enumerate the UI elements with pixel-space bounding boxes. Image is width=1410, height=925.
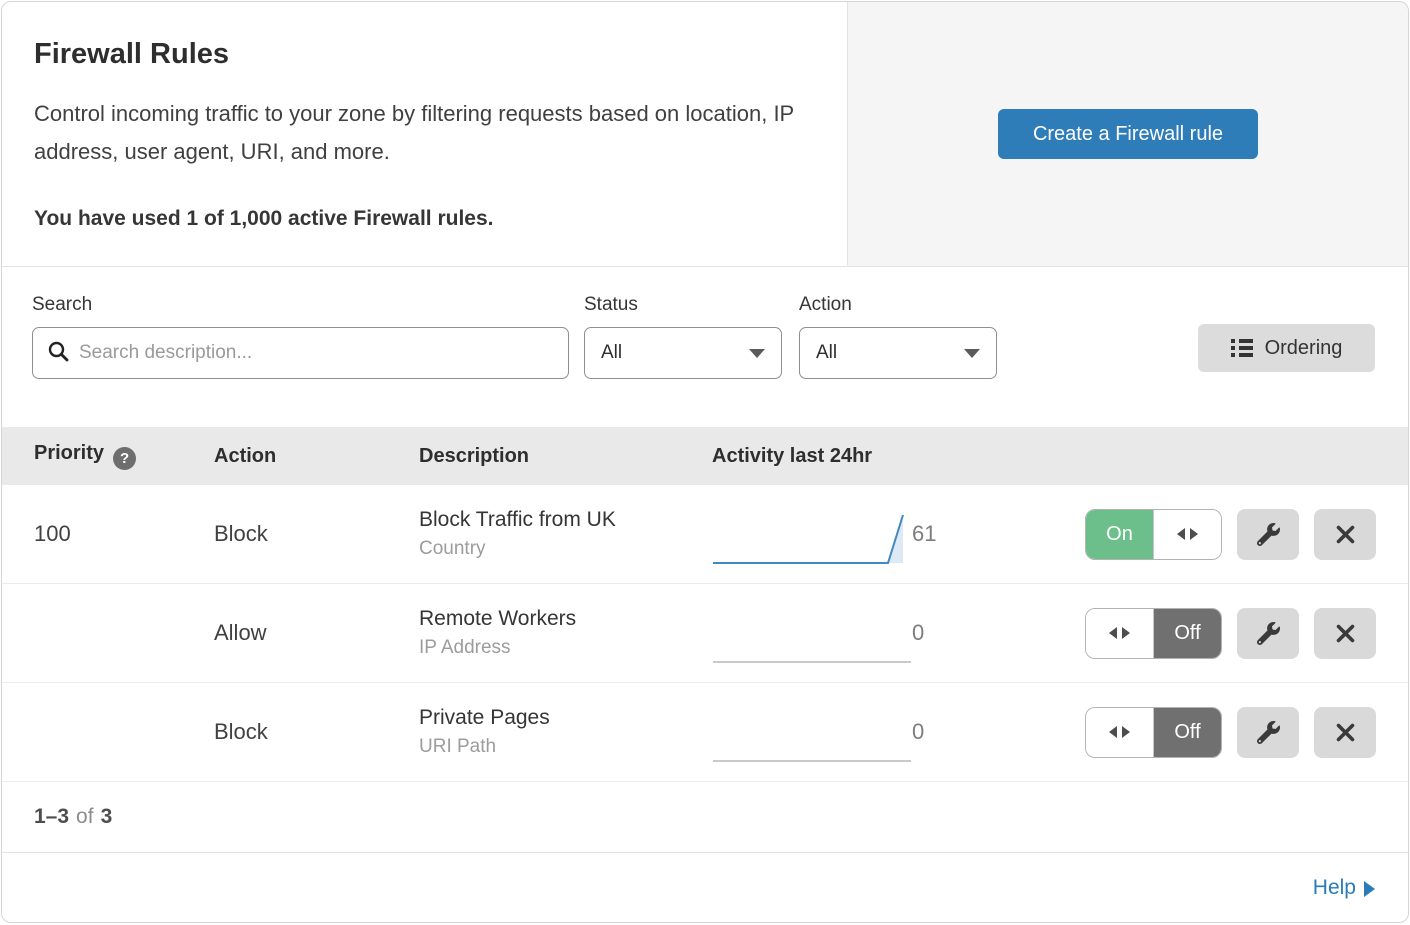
table-row: 100 Block Block Traffic from UK Country … <box>2 485 1408 584</box>
table-header: Priority? Action Description Activity la… <box>2 427 1408 485</box>
edit-rule-button[interactable] <box>1237 707 1299 758</box>
rule-enabled-toggle[interactable]: On <box>1085 509 1222 560</box>
delete-rule-button[interactable] <box>1314 707 1376 758</box>
rule-description: Block Traffic from UK <box>419 508 712 532</box>
action-cell: Block <box>214 719 419 745</box>
edit-rule-button[interactable] <box>1237 608 1299 659</box>
table-row: Block Private Pages URI Path 0 Off <box>2 683 1408 782</box>
delete-rule-button[interactable] <box>1314 608 1376 659</box>
toggle-handle-icon <box>1086 609 1154 658</box>
status-label: Status <box>584 294 782 316</box>
activity-count: 0 <box>912 719 1002 745</box>
edit-rule-button[interactable] <box>1237 509 1299 560</box>
action-filter-group: Action All <box>799 294 997 379</box>
ordering-button[interactable]: Ordering <box>1198 324 1375 372</box>
page-title: Firewall Rules <box>34 38 815 71</box>
arrow-right-icon <box>1364 881 1375 897</box>
search-group: Search <box>32 294 569 379</box>
wrench-icon <box>1257 721 1280 744</box>
description-cell: Remote Workers IP Address <box>419 607 712 659</box>
header-text-block: Firewall Rules Control incoming traffic … <box>2 2 847 266</box>
status-selected-value: All <box>601 342 622 364</box>
column-header-priority: Priority? <box>34 442 214 470</box>
action-cell: Block <box>214 521 419 547</box>
activity-sparkline <box>712 693 912 771</box>
activity-sparkline <box>712 594 912 672</box>
search-icon <box>47 340 69 367</box>
chevron-down-icon <box>749 349 765 358</box>
wrench-icon <box>1257 523 1280 546</box>
activity-count: 0 <box>912 620 1002 646</box>
search-label: Search <box>32 294 569 316</box>
column-header-activity: Activity last 24hr <box>712 445 1376 468</box>
pagination-total: 3 <box>101 805 113 829</box>
usage-note: You have used 1 of 1,000 active Firewall… <box>34 207 815 231</box>
header-action-panel: Create a Firewall rule <box>847 2 1408 266</box>
ordering-button-label: Ordering <box>1265 337 1343 360</box>
wrench-icon <box>1257 622 1280 645</box>
help-link-label: Help <box>1313 876 1356 900</box>
delete-rule-button[interactable] <box>1314 509 1376 560</box>
help-link[interactable]: Help <box>1313 876 1375 900</box>
toggle-handle-icon <box>1086 708 1154 757</box>
rule-description: Private Pages <box>419 706 712 730</box>
close-icon <box>1336 525 1355 544</box>
help-bar: Help <box>2 852 1408 922</box>
action-select[interactable]: All <box>799 327 997 379</box>
rule-type: IP Address <box>419 637 712 659</box>
action-selected-value: All <box>816 342 837 364</box>
header-section: Firewall Rules Control incoming traffic … <box>2 2 1408 267</box>
close-icon <box>1336 624 1355 643</box>
toggle-handle-icon <box>1153 510 1221 559</box>
action-label: Action <box>799 294 997 316</box>
close-icon <box>1336 723 1355 742</box>
search-input[interactable] <box>79 342 554 364</box>
toggle-off-label: Off <box>1154 609 1221 658</box>
column-header-action: Action <box>214 445 419 468</box>
description-cell: Private Pages URI Path <box>419 706 712 758</box>
activity-count: 61 <box>912 521 1002 547</box>
rule-enabled-toggle[interactable]: Off <box>1085 608 1222 659</box>
create-firewall-rule-button[interactable]: Create a Firewall rule <box>998 109 1258 159</box>
page-description: Control incoming traffic to your zone by… <box>34 95 809 171</box>
table-row: Allow Remote Workers IP Address 0 Off <box>2 584 1408 683</box>
search-box <box>32 327 569 379</box>
column-header-description: Description <box>419 445 712 468</box>
pagination-range: 1–3 <box>34 805 69 829</box>
status-filter-group: Status All <box>584 294 782 379</box>
firewall-rules-panel: Firewall Rules Control incoming traffic … <box>1 1 1409 923</box>
status-select[interactable]: All <box>584 327 782 379</box>
row-controls: On <box>1002 509 1376 560</box>
pagination-bar: 1–3 of 3 <box>2 782 1408 852</box>
toggle-on-label: On <box>1086 510 1153 559</box>
row-controls: Off <box>1002 608 1376 659</box>
rule-type: Country <box>419 538 712 560</box>
filter-bar: Search Status All Action All <box>2 267 1408 427</box>
priority-cell: 100 <box>34 521 214 547</box>
rule-enabled-toggle[interactable]: Off <box>1085 707 1222 758</box>
priority-help-icon[interactable]: ? <box>113 447 136 470</box>
description-cell: Block Traffic from UK Country <box>419 508 712 560</box>
ordered-list-icon <box>1231 339 1253 357</box>
rule-type: URI Path <box>419 736 712 758</box>
activity-sparkline <box>712 495 912 573</box>
pagination-of: of <box>76 805 94 829</box>
row-controls: Off <box>1002 707 1376 758</box>
toggle-off-label: Off <box>1154 708 1221 757</box>
chevron-down-icon <box>964 349 980 358</box>
action-cell: Allow <box>214 620 419 646</box>
rule-description: Remote Workers <box>419 607 712 631</box>
